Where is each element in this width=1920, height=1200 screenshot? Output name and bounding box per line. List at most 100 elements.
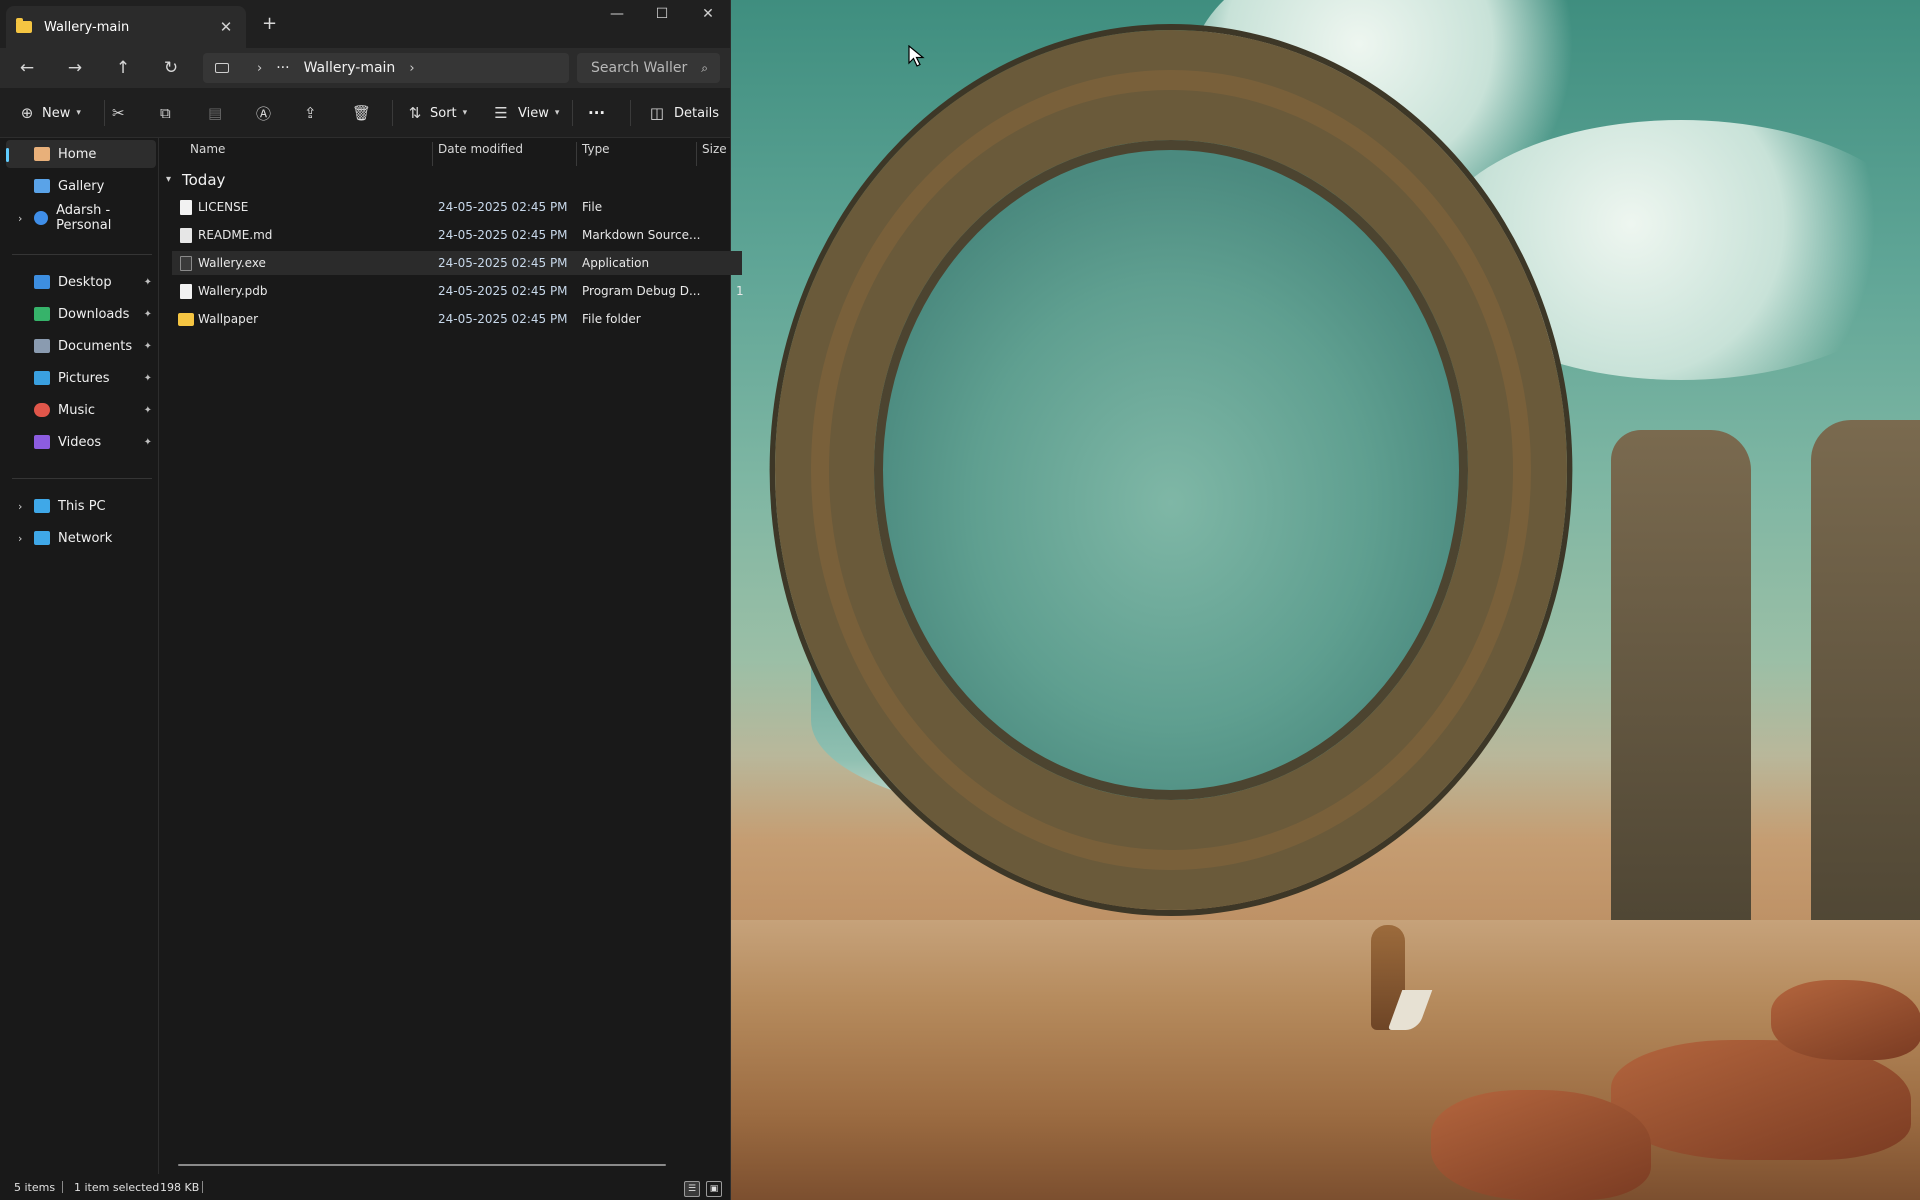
tab-wallery-main[interactable]: Wallery-main ✕ (6, 6, 246, 48)
sort-icon: ⇅ (408, 104, 422, 122)
chevron-right-icon[interactable]: › (18, 532, 22, 545)
column-header-size[interactable]: Size (702, 142, 727, 156)
pin-icon[interactable]: ✦ (144, 437, 152, 448)
sidebar-item-music[interactable]: Music ✦ (6, 396, 156, 424)
copy-icon[interactable]: ⧉ (160, 102, 182, 124)
details-pane-button[interactable]: ◫ Details (646, 102, 719, 124)
group-header-today[interactable]: Today (182, 171, 225, 189)
file-type: File folder (582, 312, 641, 326)
sidebar-item-label: Gallery (58, 178, 105, 194)
desktop-wallpaper (731, 0, 1920, 1200)
file-row-readme[interactable]: README.md 24-05-2025 02:45 PM Markdown S… (172, 223, 742, 247)
navigation-pane: Home Gallery › Adarsh - Personal Desktop… (0, 138, 159, 1174)
sidebar-item-network[interactable]: › Network (6, 524, 156, 552)
videos-icon (34, 435, 50, 449)
chevron-right-icon[interactable]: › (409, 61, 414, 76)
column-divider[interactable] (576, 142, 577, 166)
command-bar: ⊕ New ▾ ✂ ⧉ ▤ Ⓐ ⇪ 🗑 ⇅ Sort ▾ ☰ View ▾ ··… (0, 88, 730, 138)
new-tab-button[interactable]: + (262, 13, 277, 34)
new-button[interactable]: ⊕ New ▾ (16, 102, 81, 124)
sidebar-item-this-pc[interactable]: › This PC (6, 492, 156, 520)
delete-icon[interactable]: 🗑 (352, 102, 374, 124)
more-options-button[interactable]: ··· (588, 102, 605, 124)
view-icon: ☰ (494, 104, 508, 122)
pin-icon[interactable]: ✦ (144, 277, 152, 288)
chevron-right-icon[interactable]: › (18, 500, 22, 513)
file-type: Markdown Source... (582, 228, 701, 242)
file-size: 1 (736, 284, 744, 298)
sidebar-item-gallery[interactable]: Gallery (6, 172, 156, 200)
details-button-label: Details (674, 105, 720, 121)
file-row-license[interactable]: LICENSE 24-05-2025 02:45 PM File (172, 195, 742, 219)
view-button[interactable]: ☰ View ▾ (490, 102, 559, 124)
rename-icon[interactable]: Ⓐ (256, 102, 278, 124)
search-icon: ⌕ (701, 60, 708, 75)
toolbar-divider (572, 100, 573, 126)
file-name: LICENSE (198, 200, 249, 214)
file-type: Application (582, 256, 650, 270)
file-date: 24-05-2025 02:45 PM (438, 256, 568, 270)
folder-icon (178, 313, 194, 326)
sidebar-divider (12, 254, 152, 255)
chevron-down-icon: ▾ (76, 108, 81, 118)
minimize-button[interactable]: — (602, 6, 632, 22)
address-bar[interactable]: › ··· Wallery-main › (203, 53, 569, 83)
file-row-wallery-exe[interactable]: Wallery.exe 24-05-2025 02:45 PM Applicat… (172, 251, 742, 275)
search-input[interactable]: Search Waller ⌕ (577, 53, 720, 83)
plus-circle-icon: ⊕ (20, 104, 34, 122)
column-divider[interactable] (696, 142, 697, 166)
column-header-type[interactable]: Type (582, 142, 610, 156)
file-row-wallery-pdb[interactable]: Wallery.pdb 24-05-2025 02:45 PM Program … (172, 279, 744, 303)
onedrive-icon (34, 211, 49, 225)
sidebar-item-label: Videos (58, 434, 102, 450)
toolbar-divider (104, 100, 105, 126)
back-button[interactable]: ← (14, 57, 40, 79)
wallpaper-rock (1771, 980, 1920, 1060)
pin-icon[interactable]: ✦ (144, 341, 152, 352)
wallpaper-cliff (1611, 430, 1751, 930)
chevron-down-icon: ▾ (554, 108, 560, 118)
column-header-row: Name Date modified Type Size (160, 138, 730, 166)
pin-icon[interactable]: ✦ (144, 405, 152, 416)
sort-button[interactable]: ⇅ Sort ▾ (404, 102, 467, 124)
file-row-wallpaper-folder[interactable]: Wallpaper 24-05-2025 02:45 PM File folde… (172, 307, 742, 331)
chevron-right-icon[interactable]: › (18, 212, 22, 225)
sidebar-item-documents[interactable]: Documents ✦ (6, 332, 156, 360)
new-button-label: New (42, 105, 71, 121)
sidebar-item-desktop[interactable]: Desktop ✦ (6, 268, 156, 296)
sidebar-item-home[interactable]: Home (6, 140, 156, 168)
sidebar-item-videos[interactable]: Videos ✦ (6, 428, 156, 456)
horizontal-scrollbar[interactable] (178, 1164, 666, 1166)
sidebar-item-onedrive[interactable]: › Adarsh - Personal (6, 203, 156, 233)
column-divider[interactable] (432, 142, 433, 166)
up-button[interactable]: ↑ (110, 57, 136, 79)
cut-icon[interactable]: ✂ (112, 102, 134, 124)
details-view-icon[interactable]: ☰ (684, 1181, 700, 1197)
share-icon[interactable]: ⇪ (304, 102, 326, 124)
column-header-date[interactable]: Date modified (438, 142, 523, 156)
forward-button[interactable]: → (62, 57, 88, 79)
maximize-button[interactable]: ☐ (647, 6, 677, 22)
breadcrumb-current[interactable]: Wallery-main (304, 60, 396, 76)
refresh-button[interactable]: ↻ (158, 57, 184, 79)
network-icon (34, 531, 50, 545)
large-icons-view-icon[interactable]: ▣ (706, 1181, 722, 1197)
breadcrumb-more[interactable]: ··· (276, 60, 289, 76)
chevron-down-icon[interactable]: ▾ (166, 174, 171, 185)
sidebar-item-downloads[interactable]: Downloads ✦ (6, 300, 156, 328)
status-bar: 5 items 1 item selected 198 KB ☰ ▣ (0, 1174, 731, 1200)
file-name: README.md (198, 228, 273, 242)
sidebar-item-pictures[interactable]: Pictures ✦ (6, 364, 156, 392)
markdown-file-icon (180, 228, 192, 243)
selection-count: 1 item selected (74, 1181, 160, 1194)
close-tab-icon[interactable]: ✕ (216, 18, 236, 36)
close-window-button[interactable]: ✕ (693, 6, 723, 22)
sidebar-item-label: This PC (58, 498, 106, 514)
application-icon (180, 256, 192, 271)
paste-icon[interactable]: ▤ (208, 102, 230, 124)
pin-icon[interactable]: ✦ (144, 373, 152, 384)
pin-icon[interactable]: ✦ (144, 309, 152, 320)
this-pc-icon (34, 499, 50, 513)
search-placeholder: Search Waller (591, 60, 688, 76)
column-header-name[interactable]: Name (190, 142, 225, 156)
